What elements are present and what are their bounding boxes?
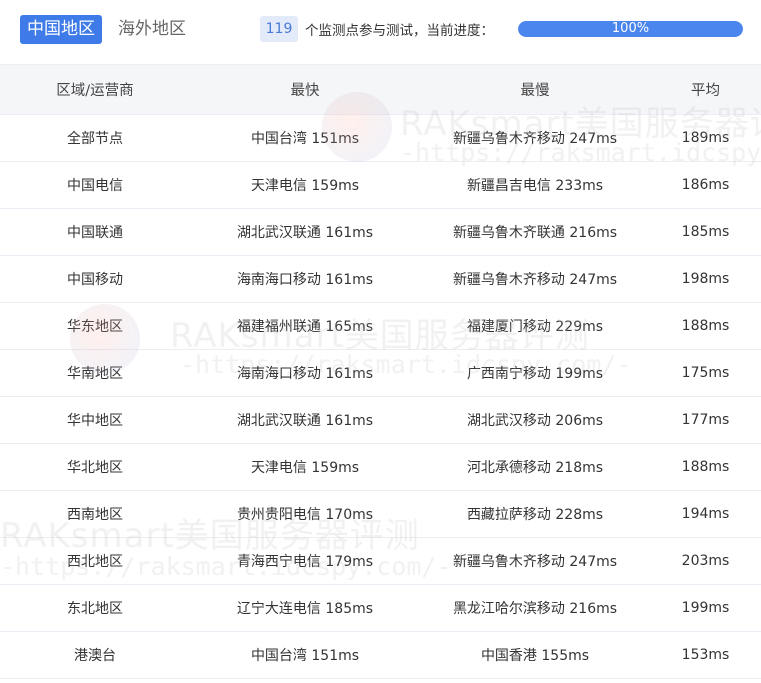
cell-fastest: 青海西宁电信 179ms <box>190 537 420 585</box>
cell-average: 194ms <box>650 490 761 538</box>
cell-slowest: 新疆乌鲁木齐移动 247ms <box>420 537 650 585</box>
cell-region: 中国联通 <box>0 208 190 256</box>
table-row: 东北地区 辽宁大连电信 185ms 黑龙江哈尔滨移动 216ms 199ms <box>0 584 761 632</box>
tab-overseas-region[interactable]: 海外地区 <box>118 15 186 44</box>
cell-fastest: 中国台湾 151ms <box>190 631 420 679</box>
cell-region: 西北地区 <box>0 537 190 585</box>
table-row: 港澳台 中国台湾 151ms 中国香港 155ms 153ms <box>0 631 761 679</box>
table-body: 全部节点 中国台湾 151ms 新疆乌鲁木齐移动 247ms 189ms 中国电信 天津电… <box>0 114 761 679</box>
tab-china-region[interactable]: 中国地区 <box>20 15 102 44</box>
column-header-region: 区域/运营商 <box>0 64 190 115</box>
cell-average: 177ms <box>650 396 761 444</box>
cell-region: 中国电信 <box>0 161 190 209</box>
monitor-count-badge: 119 <box>260 16 298 42</box>
cell-slowest: 新疆乌鲁木齐移动 247ms <box>420 114 650 162</box>
cell-fastest: 海南海口移动 161ms <box>190 349 420 397</box>
cell-slowest: 河北承德移动 218ms <box>420 443 650 491</box>
cell-average: 175ms <box>650 349 761 397</box>
cell-slowest: 中国香港 155ms <box>420 631 650 679</box>
cell-average: 189ms <box>650 114 761 162</box>
cell-average: 185ms <box>650 208 761 256</box>
cell-average: 188ms <box>650 443 761 491</box>
progress-bar: 100% <box>518 21 743 37</box>
cell-slowest: 黑龙江哈尔滨移动 216ms <box>420 584 650 632</box>
cell-slowest: 湖北武汉移动 206ms <box>420 396 650 444</box>
cell-region: 华北地区 <box>0 443 190 491</box>
cell-slowest: 福建厦门移动 229ms <box>420 302 650 350</box>
cell-fastest: 中国台湾 151ms <box>190 114 420 162</box>
cell-region: 华中地区 <box>0 396 190 444</box>
cell-average: 198ms <box>650 255 761 303</box>
cell-region: 全部节点 <box>0 114 190 162</box>
cell-fastest: 辽宁大连电信 185ms <box>190 584 420 632</box>
cell-region: 中国移动 <box>0 255 190 303</box>
cell-region: 港澳台 <box>0 631 190 679</box>
cell-average: 203ms <box>650 537 761 585</box>
table-row: 西南地区 贵州贵阳电信 170ms 西藏拉萨移动 228ms 194ms <box>0 490 761 538</box>
cell-fastest: 天津电信 159ms <box>190 443 420 491</box>
cell-fastest: 福建福州联通 165ms <box>190 302 420 350</box>
column-header-fastest: 最快 <box>190 64 420 115</box>
cell-fastest: 湖北武汉联通 161ms <box>190 208 420 256</box>
table-row: 华中地区 湖北武汉联通 161ms 湖北武汉移动 206ms 177ms <box>0 396 761 444</box>
table-row: 中国联通 湖北武汉联通 161ms 新疆乌鲁木齐联通 216ms 185ms <box>0 208 761 256</box>
cell-average: 153ms <box>650 631 761 679</box>
table-header-row: 区域/运营商 最快 最慢 平均 <box>0 64 761 115</box>
cell-fastest: 海南海口移动 161ms <box>190 255 420 303</box>
cell-slowest: 新疆乌鲁木齐联通 216ms <box>420 208 650 256</box>
cell-region: 东北地区 <box>0 584 190 632</box>
cell-average: 188ms <box>650 302 761 350</box>
progress-percent: 100% <box>611 21 650 36</box>
cell-region: 华南地区 <box>0 349 190 397</box>
cell-slowest: 新疆乌鲁木齐移动 247ms <box>420 255 650 303</box>
table-row: 华东地区 福建福州联通 165ms 福建厦门移动 229ms 188ms <box>0 302 761 350</box>
progress-caption: 个监测点参与测试，当前进度： <box>305 23 494 39</box>
cell-region: 西南地区 <box>0 490 190 538</box>
cell-region: 华东地区 <box>0 302 190 350</box>
latency-results-table: 区域/运营商 最快 最慢 平均 全部节点 中国台湾 151ms 新疆乌鲁木齐移动 2… <box>0 64 761 679</box>
column-header-average: 平均 <box>650 64 761 115</box>
cell-fastest: 天津电信 159ms <box>190 161 420 209</box>
cell-slowest: 新疆昌吉电信 233ms <box>420 161 650 209</box>
table-row: 华南地区 海南海口移动 161ms 广西南宁移动 199ms 175ms <box>0 349 761 397</box>
cell-fastest: 贵州贵阳电信 170ms <box>190 490 420 538</box>
cell-average: 199ms <box>650 584 761 632</box>
cell-slowest: 广西南宁移动 199ms <box>420 349 650 397</box>
cell-average: 186ms <box>650 161 761 209</box>
table-row: 西北地区 青海西宁电信 179ms 新疆乌鲁木齐移动 247ms 203ms <box>0 537 761 585</box>
top-bar: 中国地区 海外地区 119 个监测点参与测试，当前进度： 100% <box>0 0 761 64</box>
cell-slowest: 西藏拉萨移动 228ms <box>420 490 650 538</box>
column-header-slowest: 最慢 <box>420 64 650 115</box>
table-row: 全部节点 中国台湾 151ms 新疆乌鲁木齐移动 247ms 189ms <box>0 114 761 162</box>
table-row: 中国电信 天津电信 159ms 新疆昌吉电信 233ms 186ms <box>0 161 761 209</box>
cell-fastest: 湖北武汉联通 161ms <box>190 396 420 444</box>
table-row: 中国移动 海南海口移动 161ms 新疆乌鲁木齐移动 247ms 198ms <box>0 255 761 303</box>
table-row: 华北地区 天津电信 159ms 河北承德移动 218ms 188ms <box>0 443 761 491</box>
